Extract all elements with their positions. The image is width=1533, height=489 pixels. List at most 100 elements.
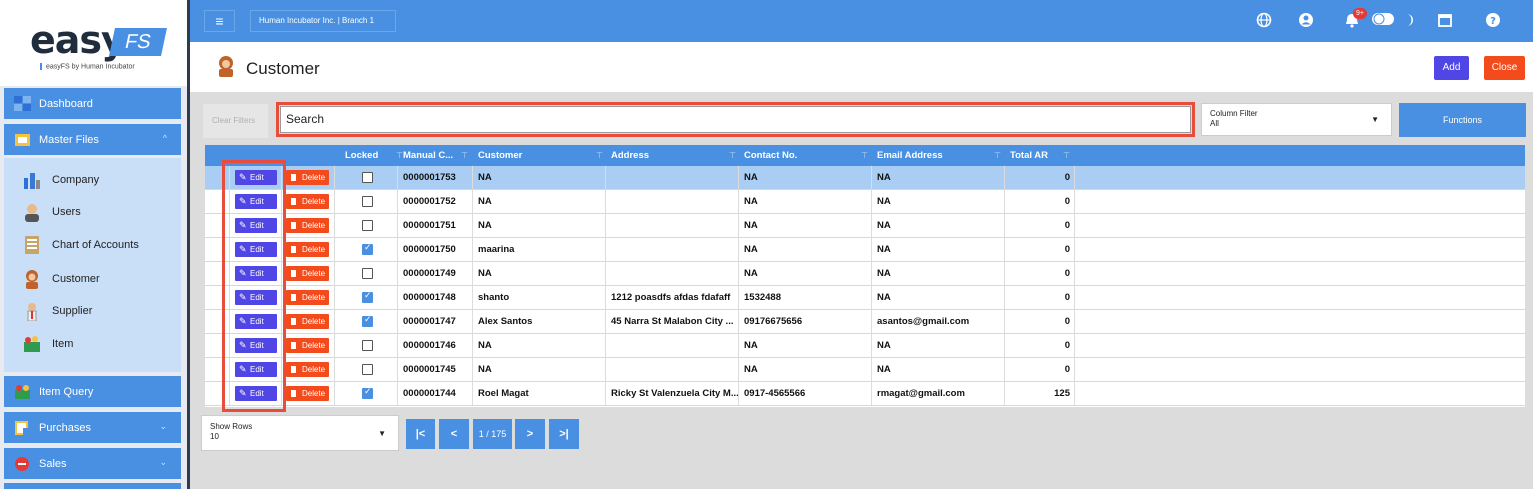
- column-divider: [334, 262, 335, 285]
- nav-sales[interactable]: Sales ⌄: [4, 448, 181, 479]
- show-rows-select[interactable]: Show Rows 10 ▼: [201, 415, 399, 451]
- cell-contact: NA: [744, 244, 758, 255]
- delete-button[interactable]: Delete: [286, 266, 329, 281]
- company-icon: [22, 170, 42, 190]
- header-manual-code[interactable]: Manual C... ⊤: [397, 145, 472, 166]
- first-page-button[interactable]: |<: [406, 419, 435, 449]
- cell-address: [605, 238, 738, 261]
- customer-table: Locked ⊤ Manual C... ⊤ Customer ⊤ Address ⊤ …: [205, 145, 1525, 407]
- hamburger-menu-button[interactable]: ≡: [204, 10, 235, 32]
- sidebar-item-chart-of-accounts[interactable]: Chart of Accounts: [22, 234, 139, 256]
- next-page-button[interactable]: >: [515, 419, 545, 449]
- delete-button[interactable]: Delete: [286, 386, 329, 401]
- cell-email: NA: [877, 340, 891, 351]
- locked-checkbox[interactable]: [362, 364, 373, 375]
- delete-button[interactable]: Delete: [286, 170, 329, 185]
- theme-toggle[interactable]: [1372, 12, 1396, 30]
- moon-icon[interactable]: [1400, 12, 1418, 30]
- delete-button[interactable]: Delete: [286, 338, 329, 353]
- cell-manual-code: 0000001746: [403, 340, 456, 351]
- delete-button[interactable]: Delete: [286, 314, 329, 329]
- cell-address: [605, 358, 738, 381]
- purchases-icon: [14, 420, 31, 435]
- nav-sales-label: Sales: [39, 457, 67, 470]
- nav-purchases[interactable]: Purchases ⌄: [4, 412, 181, 443]
- header-customer[interactable]: Customer ⊤: [472, 145, 607, 166]
- column-divider: [1074, 166, 1075, 189]
- table-row[interactable]: EditDelete0000001747Alex Santos45 Narra …: [205, 310, 1525, 334]
- nav-dashboard[interactable]: Dashboard: [4, 88, 181, 119]
- sidebar-item-supplier[interactable]: Supplier: [22, 300, 92, 322]
- header-address[interactable]: Address ⊤: [605, 145, 740, 166]
- locked-checkbox[interactable]: [362, 268, 373, 279]
- column-filter-value: All: [1210, 119, 1219, 128]
- chevron-down-icon: ⌄: [159, 421, 167, 431]
- help-icon[interactable]: ?: [1484, 12, 1502, 30]
- table-row[interactable]: EditDelete0000001749NANANA0: [205, 262, 1525, 286]
- locked-checkbox[interactable]: [362, 340, 373, 351]
- delete-button[interactable]: Delete: [286, 242, 329, 257]
- locked-checkbox[interactable]: [362, 242, 373, 255]
- cell-contact: 09176675656: [744, 316, 803, 327]
- delete-button[interactable]: Delete: [286, 290, 329, 305]
- locked-checkbox[interactable]: [362, 196, 373, 207]
- table-row[interactable]: EditDelete0000001750maarinaNANA0: [205, 238, 1525, 262]
- cell-email: NA: [877, 292, 891, 303]
- cell-address: [605, 214, 738, 237]
- locked-checkbox[interactable]: [362, 290, 373, 303]
- nav-master-files[interactable]: Master Files ^: [4, 124, 181, 155]
- user-account-icon[interactable]: [1297, 12, 1315, 30]
- top-bar: ≡ Human Incubator Inc. | Branch 1: [190, 0, 1533, 42]
- column-divider: [334, 190, 335, 213]
- locked-checkbox[interactable]: [362, 172, 373, 183]
- clear-filters-button[interactable]: Clear Filters: [203, 104, 268, 138]
- functions-button[interactable]: Functions: [1399, 103, 1526, 137]
- cell-manual-code: 0000001753: [403, 172, 456, 183]
- column-filter-select[interactable]: Column Filter All ▼: [1201, 103, 1392, 136]
- nav-item-query[interactable]: Item Query: [4, 376, 181, 407]
- delete-button[interactable]: Delete: [286, 218, 329, 233]
- caret-down-icon: ▼: [378, 429, 386, 438]
- filter-icon: ⊤: [461, 151, 468, 160]
- header-contact[interactable]: Contact No. ⊤: [738, 145, 872, 166]
- sidebar-item-users[interactable]: Users: [22, 201, 81, 223]
- nav-more[interactable]: [4, 483, 181, 489]
- delete-button[interactable]: Delete: [286, 362, 329, 377]
- sidebar-item-item[interactable]: Item: [22, 333, 73, 355]
- column-divider: [334, 310, 335, 333]
- header-email[interactable]: Email Address ⊤: [871, 145, 1005, 166]
- last-page-button[interactable]: >|: [549, 419, 579, 449]
- cell-customer: NA: [478, 364, 492, 375]
- table-row[interactable]: EditDelete0000001748shanto1212 poasdfs a…: [205, 286, 1525, 310]
- close-button[interactable]: Close: [1484, 56, 1525, 80]
- locked-checkbox[interactable]: [362, 386, 373, 399]
- column-divider: [334, 334, 335, 357]
- table-row[interactable]: EditDelete0000001744Roel MagatRicky St V…: [205, 382, 1525, 406]
- table-row[interactable]: EditDelete0000001746NANANA0: [205, 334, 1525, 358]
- add-button[interactable]: Add: [1434, 56, 1469, 80]
- table-row[interactable]: EditDelete0000001752NANANA0: [205, 190, 1525, 214]
- column-divider: [334, 214, 335, 237]
- calendar-icon[interactable]: [1436, 12, 1454, 30]
- delete-button[interactable]: Delete: [286, 194, 329, 209]
- nav-master-files-label: Master Files: [39, 133, 99, 146]
- chevron-down-icon: ⌄: [159, 457, 167, 467]
- table-row[interactable]: EditDelete0000001745NANANA0: [205, 358, 1525, 382]
- prev-page-button[interactable]: <: [439, 419, 469, 449]
- search-input[interactable]: Search: [280, 106, 1191, 133]
- locked-checkbox[interactable]: [362, 220, 373, 231]
- table-row[interactable]: EditDelete0000001753NANANA0: [205, 166, 1525, 190]
- branch-selector[interactable]: Human Incubator Inc. | Branch 1: [250, 10, 396, 32]
- globe-icon[interactable]: [1255, 12, 1273, 30]
- locked-checkbox[interactable]: [362, 314, 373, 327]
- sidebar-item-customer[interactable]: Customer: [22, 268, 100, 290]
- cell-email: NA: [877, 196, 891, 207]
- header-total-ar[interactable]: Total AR ⊤: [1004, 145, 1074, 166]
- cell-address: [605, 166, 738, 189]
- show-rows-value: 10: [210, 432, 219, 441]
- cell-customer: Roel Magat: [478, 388, 529, 399]
- sidebar-item-company[interactable]: Company: [22, 169, 99, 191]
- table-row[interactable]: EditDelete0000001751NANANA0: [205, 214, 1525, 238]
- column-divider: [334, 238, 335, 261]
- cell-total-ar: 125: [1054, 388, 1070, 399]
